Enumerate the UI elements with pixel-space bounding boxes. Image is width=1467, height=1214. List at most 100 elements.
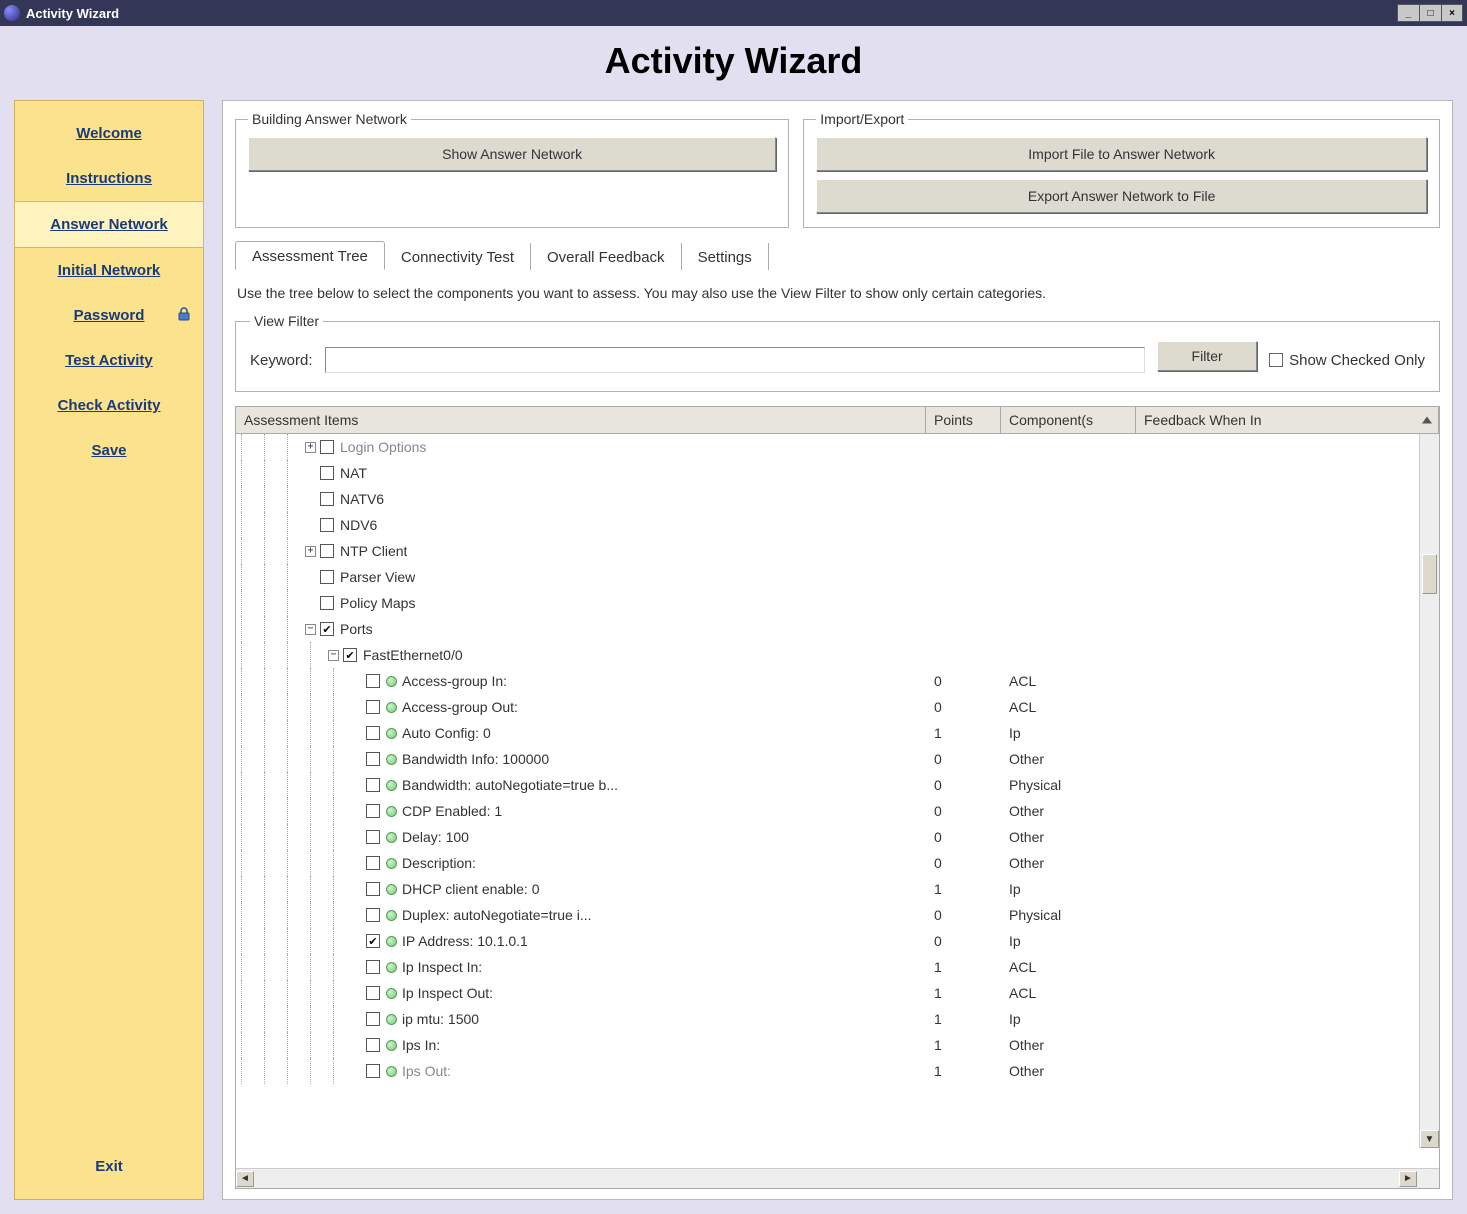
- tree-row[interactable]: Delay: 1000Other: [236, 824, 1417, 850]
- tree-header: Assessment Items Points Component(s Feed…: [236, 407, 1439, 434]
- scrollbar-thumb[interactable]: [1422, 554, 1437, 594]
- tree-checkbox[interactable]: [366, 960, 380, 974]
- sidebar-item-answer-network[interactable]: Answer Network: [14, 201, 204, 248]
- sidebar-item-label: Save: [91, 442, 126, 459]
- tree-row[interactable]: Auto Config: 01Ip: [236, 720, 1417, 746]
- tree-checkbox[interactable]: [320, 596, 334, 610]
- tree-row[interactable]: +Login Options: [236, 434, 1417, 460]
- sidebar-item-initial-network[interactable]: Initial Network: [15, 248, 203, 293]
- tree-checkbox[interactable]: [366, 830, 380, 844]
- collapse-icon[interactable]: −: [328, 650, 339, 661]
- component-cell: Other: [1001, 855, 1136, 871]
- tree-row[interactable]: NDV6: [236, 512, 1417, 538]
- tree-row[interactable]: Description:0Other: [236, 850, 1417, 876]
- tree-checkbox[interactable]: [366, 908, 380, 922]
- import-file-button[interactable]: Import File to Answer Network: [816, 137, 1427, 171]
- show-answer-network-button[interactable]: Show Answer Network: [248, 137, 776, 171]
- tree-checkbox[interactable]: [366, 1038, 380, 1052]
- tree-checkbox[interactable]: [366, 986, 380, 1000]
- tree-checkbox[interactable]: [320, 466, 334, 480]
- tree-checkbox[interactable]: [320, 570, 334, 584]
- tab-settings[interactable]: Settings: [682, 243, 769, 270]
- tree-checkbox[interactable]: [366, 674, 380, 688]
- keyword-input[interactable]: [325, 347, 1146, 373]
- tree-checkbox[interactable]: [320, 440, 334, 454]
- sidebar-item-label: Instructions: [66, 170, 152, 187]
- sort-arrow-icon: [1422, 417, 1432, 424]
- tree-checkbox[interactable]: [366, 700, 380, 714]
- filter-button[interactable]: Filter: [1157, 341, 1257, 371]
- tree-row[interactable]: Parser View: [236, 564, 1417, 590]
- collapse-icon[interactable]: −: [305, 624, 316, 635]
- tree-row[interactable]: Ip Inspect In:1ACL: [236, 954, 1417, 980]
- tree-row[interactable]: +NTP Client: [236, 538, 1417, 564]
- sidebar-item-instructions[interactable]: Instructions: [15, 156, 203, 201]
- tree-checkbox[interactable]: [366, 778, 380, 792]
- tree-checkbox[interactable]: [343, 648, 357, 662]
- scroll-right-arrow-icon[interactable]: ►: [1399, 1171, 1417, 1187]
- tree-checkbox[interactable]: [366, 934, 380, 948]
- tree-checkbox[interactable]: [366, 1064, 380, 1078]
- sidebar-item-label: Password: [74, 307, 145, 324]
- tree-row[interactable]: Duplex: autoNegotiate=true i...0Physical: [236, 902, 1417, 928]
- tab-assessment-tree[interactable]: Assessment Tree: [235, 241, 385, 270]
- tree-row[interactable]: Ips Out:1Other: [236, 1058, 1417, 1084]
- tree-row[interactable]: Policy Maps: [236, 590, 1417, 616]
- tree-item-label: Bandwidth: autoNegotiate=true b...: [402, 777, 618, 793]
- tree-joint-icon: [351, 936, 362, 947]
- export-file-button[interactable]: Export Answer Network to File: [816, 179, 1427, 213]
- tree-row[interactable]: Bandwidth Info: 1000000Other: [236, 746, 1417, 772]
- tree-row[interactable]: CDP Enabled: 10Other: [236, 798, 1417, 824]
- minimize-button[interactable]: _: [1397, 4, 1419, 22]
- tree-row[interactable]: DHCP client enable: 01Ip: [236, 876, 1417, 902]
- show-checked-only-checkbox[interactable]: Show Checked Only: [1269, 352, 1425, 369]
- scroll-down-arrow-icon[interactable]: ▼: [1420, 1130, 1439, 1148]
- tree-checkbox[interactable]: [366, 726, 380, 740]
- vertical-scrollbar[interactable]: ▼: [1419, 434, 1439, 1148]
- sidebar-item-test-activity[interactable]: Test Activity: [15, 338, 203, 383]
- tree-item-label: Auto Config: 0: [402, 725, 491, 741]
- tree-row[interactable]: IP Address: 10.1.0.10Ip: [236, 928, 1417, 954]
- component-cell: Physical: [1001, 777, 1136, 793]
- tree-row[interactable]: Ips In:1Other: [236, 1032, 1417, 1058]
- tree-row[interactable]: Access-group In:0ACL: [236, 668, 1417, 694]
- tree-checkbox[interactable]: [320, 622, 334, 636]
- tree-checkbox[interactable]: [366, 1012, 380, 1026]
- close-button[interactable]: ×: [1441, 4, 1463, 22]
- sidebar-item-check-activity[interactable]: Check Activity: [15, 383, 203, 428]
- sidebar-item-welcome[interactable]: Welcome: [15, 111, 203, 156]
- sidebar-item-label: Welcome: [76, 125, 142, 142]
- sidebar-exit[interactable]: Exit: [15, 1144, 203, 1189]
- tab-connectivity-test[interactable]: Connectivity Test: [385, 243, 531, 270]
- expand-icon[interactable]: +: [305, 546, 316, 557]
- tree-checkbox[interactable]: [366, 804, 380, 818]
- tree-checkbox[interactable]: [320, 544, 334, 558]
- sidebar-item-password[interactable]: Password: [15, 293, 203, 338]
- tab-overall-feedback[interactable]: Overall Feedback: [531, 243, 682, 270]
- tree-row[interactable]: NAT: [236, 460, 1417, 486]
- horizontal-scrollbar[interactable]: ◄ ►: [236, 1168, 1439, 1188]
- tree-row[interactable]: Bandwidth: autoNegotiate=true b...0Physi…: [236, 772, 1417, 798]
- tree-joint-icon: [351, 676, 362, 687]
- tree-row[interactable]: Access-group Out:0ACL: [236, 694, 1417, 720]
- tree-row[interactable]: −FastEthernet0/0: [236, 642, 1417, 668]
- expand-icon[interactable]: +: [305, 442, 316, 453]
- tree-checkbox[interactable]: [366, 882, 380, 896]
- tree-row[interactable]: NATV6: [236, 486, 1417, 512]
- col-feedback[interactable]: Feedback When In: [1136, 407, 1439, 433]
- tree-checkbox[interactable]: [366, 856, 380, 870]
- top-groups: Building Answer Network Show Answer Netw…: [235, 111, 1440, 228]
- maximize-button[interactable]: □: [1419, 4, 1441, 22]
- tree-checkbox[interactable]: [366, 752, 380, 766]
- scroll-left-arrow-icon[interactable]: ◄: [236, 1171, 254, 1187]
- tree-row[interactable]: Ip Inspect Out:1ACL: [236, 980, 1417, 1006]
- tree-checkbox[interactable]: [320, 492, 334, 506]
- tree-checkbox[interactable]: [320, 518, 334, 532]
- sidebar-item-save[interactable]: Save: [15, 428, 203, 473]
- col-components[interactable]: Component(s: [1001, 407, 1136, 433]
- import-export-group: Import/Export Import File to Answer Netw…: [803, 111, 1440, 228]
- tree-row[interactable]: ip mtu: 15001Ip: [236, 1006, 1417, 1032]
- col-assessment-items[interactable]: Assessment Items: [236, 407, 926, 433]
- tree-row[interactable]: −Ports: [236, 616, 1417, 642]
- col-points[interactable]: Points: [926, 407, 1001, 433]
